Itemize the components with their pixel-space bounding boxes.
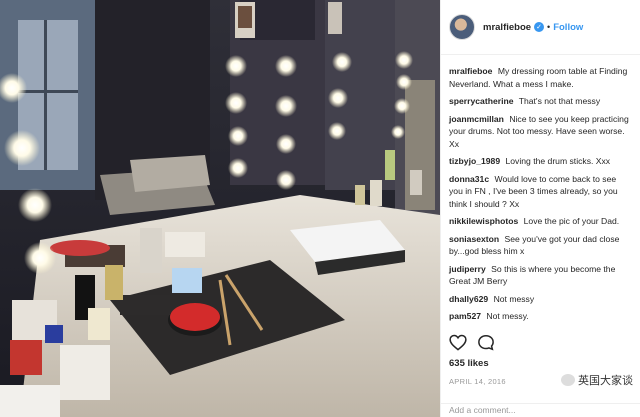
comment-item: nikkilewisphotos Love the pic of your Da…: [449, 215, 632, 228]
post-header: mralfieboe ✓ • Follow: [441, 0, 640, 55]
comment-item: joanmcmillan Nice to see you keep practi…: [449, 113, 632, 151]
comment-text: Not messy: [493, 293, 535, 304]
post-footer: 635 likes APRIL 14, 2016 英国大家谈: [441, 330, 640, 388]
caption: mralfieboe My dressing room table at Fin…: [449, 65, 632, 90]
comment-item: judiperry So this is where you become th…: [449, 263, 632, 288]
follow-button[interactable]: Follow: [553, 22, 583, 33]
comment-username[interactable]: donna31c: [449, 174, 489, 184]
comment-item: dhally629 Not messy: [449, 293, 632, 306]
comment-username[interactable]: dhally629: [449, 294, 488, 304]
dressing-room-photo: [0, 0, 440, 417]
comment-username[interactable]: sperrycatherine: [449, 96, 514, 106]
comment-username[interactable]: tizbyjo_1989: [449, 156, 500, 166]
verified-badge-icon: ✓: [534, 22, 545, 32]
comment-username[interactable]: joanmcmillan: [449, 114, 504, 124]
heart-icon[interactable]: [449, 334, 467, 351]
post-author-username[interactable]: mralfieboe: [483, 22, 531, 33]
comment-item: donna31c Would love to come back to see …: [449, 173, 632, 211]
watermark: 英国大家谈: [561, 372, 633, 388]
caption-username[interactable]: mralfieboe: [449, 66, 492, 76]
avatar[interactable]: [449, 14, 475, 40]
comment-bubble-icon[interactable]: [477, 334, 495, 351]
wechat-icon: [561, 374, 575, 386]
comment-item: soniasexton See you've got your dad clos…: [449, 233, 632, 258]
comment-text: Not messy.: [486, 311, 529, 321]
comment-item: pam527 Not messy.: [449, 310, 632, 323]
comment-text: Loving the drum sticks. Xxx: [505, 156, 611, 166]
comment-username[interactable]: nikkilewisphotos: [449, 216, 518, 226]
action-bar: [449, 330, 633, 354]
comment-text: Love the pic of your Dad.: [523, 216, 620, 226]
comment-username[interactable]: pam527: [449, 311, 481, 321]
comment-item: sperrycatherine That's not that messy: [449, 95, 632, 108]
post-photo: [0, 0, 440, 417]
comment-username[interactable]: soniasexton: [449, 234, 499, 244]
comments-list: mralfieboe My dressing room table at Fin…: [441, 55, 640, 323]
watermark-text: 英国大家谈: [578, 375, 633, 387]
separator-dot: •: [547, 22, 551, 32]
add-comment-input[interactable]: Add a comment...: [441, 403, 640, 417]
likes-count[interactable]: 635 likes: [449, 358, 633, 369]
comment-text: That's not that messy: [518, 96, 601, 106]
comment-username[interactable]: judiperry: [449, 264, 486, 274]
comment-item: tizbyjo_1989 Loving the drum sticks. Xxx: [449, 155, 632, 168]
post-side-panel: mralfieboe ✓ • Follow mralfieboe My dres…: [440, 0, 640, 417]
